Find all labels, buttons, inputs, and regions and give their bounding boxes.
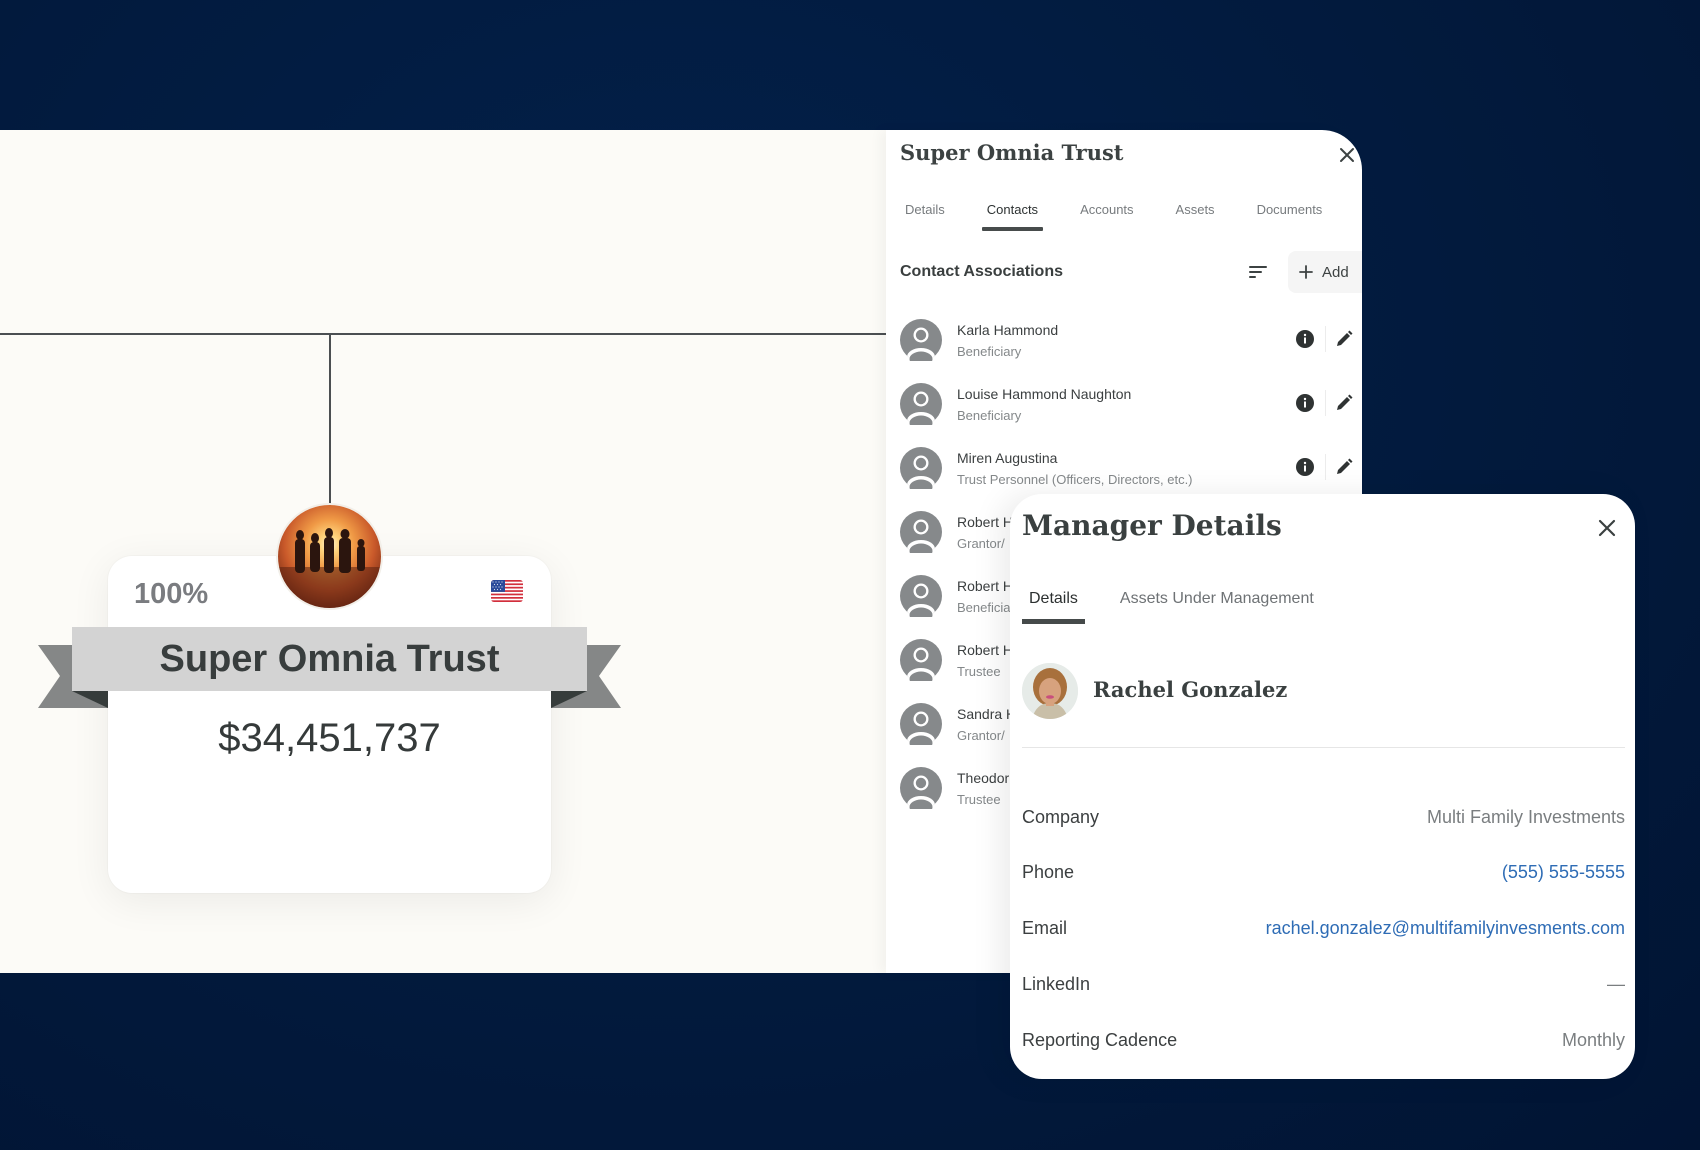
us-flag-icon [491,580,523,602]
field-label: Company [1022,807,1100,827]
tab-assets[interactable]: Assets [1171,198,1220,231]
field-label: LinkedIn [1022,974,1091,994]
action-divider [1325,390,1326,416]
info-icon[interactable] [1295,457,1315,477]
field-label: Email [1022,918,1068,938]
connector-horizontal-line [0,333,886,335]
edit-pencil-icon[interactable] [1334,329,1354,349]
field-label: Phone [1022,862,1075,882]
tab-documents[interactable]: Documents [1252,198,1328,231]
email-link[interactable]: rachel.gonzalez@multifamilyinvesments.co… [1266,918,1625,939]
reporting-cadence-value: Monthly [1561,1030,1625,1050]
contact-name: Theodor [957,769,1010,786]
contact-row[interactable]: Miren Augustina Trust Personnel (Officer… [900,436,1362,500]
field-label: Reporting Cadence [1022,1030,1178,1050]
panel-title: Super Omnia Trust [900,140,1124,165]
company-value: Multi Family Investments [1426,807,1625,827]
contact-role: Trustee [957,791,1001,807]
person-avatar-icon [900,383,942,425]
contact-role: Beneficiary [957,407,1022,423]
contact-row[interactable]: Karla Hammond Beneficiary [900,308,1362,372]
sort-button[interactable] [1247,262,1269,282]
action-divider [1325,454,1326,480]
trust-node-name: Super Omnia Trust [159,637,500,680]
manager-details-title: Manager Details [1022,509,1282,542]
plus-icon [1299,265,1313,279]
manager-name: Rachel Gonzalez [1093,677,1288,702]
contact-role: Beneficiary [957,343,1022,359]
linkedin-value: — [1607,974,1625,994]
info-icon[interactable] [1295,393,1315,413]
tab-assets-under-management[interactable]: Assets Under Management [1113,588,1321,624]
person-avatar-icon [900,447,942,489]
sort-icon [1249,266,1267,278]
contact-role: Grantor/ [957,535,1005,551]
panel-tabs: Details Contacts Accounts Assets Documen… [900,198,1359,231]
field-company: Company Multi Family Investments [1022,807,1625,828]
person-avatar-icon [900,703,942,745]
contact-role: Trust Personnel (Officers, Directors, et… [957,471,1193,487]
trust-name-ribbon: Super Omnia Trust [72,627,587,691]
add-contact-button[interactable]: Add [1288,251,1362,293]
connector-vertical-line [329,334,331,506]
edit-pencil-icon[interactable] [1334,457,1354,477]
field-email: Email rachel.gonzalez@multifamilyinvesme… [1022,918,1625,939]
person-avatar-icon [900,511,942,553]
contact-role: Grantor/ [957,727,1005,743]
contact-name: Sandra H [957,705,1017,722]
contact-role: Trustee [957,663,1001,679]
close-icon [1598,519,1616,537]
phone-link[interactable]: (555) 555-5555 [1502,862,1625,883]
person-avatar-icon [900,639,942,681]
contact-name: Robert H [957,577,1014,594]
contact-associations-heading: Contact Associations [900,263,1063,280]
manager-avatar [1022,663,1078,719]
add-label: Add [1322,263,1349,281]
field-reporting-cadence: Reporting Cadence Monthly [1022,1030,1625,1051]
tab-details[interactable]: Details [900,198,950,231]
person-avatar-icon [900,319,942,361]
field-phone: Phone (555) 555-5555 [1022,862,1625,883]
tab-accounts[interactable]: Accounts [1075,198,1138,231]
contact-name: Louise Hammond Naughton [957,385,1132,402]
contact-name: Robert H [957,513,1014,530]
manager-close-button[interactable] [1596,517,1618,539]
tab-manager-details[interactable]: Details [1022,588,1085,624]
contact-name: Robert H [957,641,1014,658]
divider [1022,747,1625,748]
close-icon [1340,148,1354,162]
panel-close-button[interactable] [1336,144,1358,166]
field-linkedin: LinkedIn — [1022,974,1625,995]
person-avatar-icon [900,575,942,617]
trust-node-value: $34,451,737 [218,716,441,760]
trust-photo [278,505,381,608]
manager-tabs: Details Assets Under Management [1022,588,1349,624]
contact-role: Beneficia [957,599,1011,615]
contact-name: Karla Hammond [957,321,1059,338]
contact-name: Miren Augustina [957,449,1058,466]
tab-contacts[interactable]: Contacts [981,198,1044,231]
edit-pencil-icon[interactable] [1334,393,1354,413]
person-avatar-icon [900,767,942,809]
action-divider [1325,326,1326,352]
info-icon[interactable] [1295,329,1315,349]
ownership-percent: 100% [134,578,209,610]
contact-row[interactable]: Louise Hammond Naughton Beneficiary [900,372,1362,436]
